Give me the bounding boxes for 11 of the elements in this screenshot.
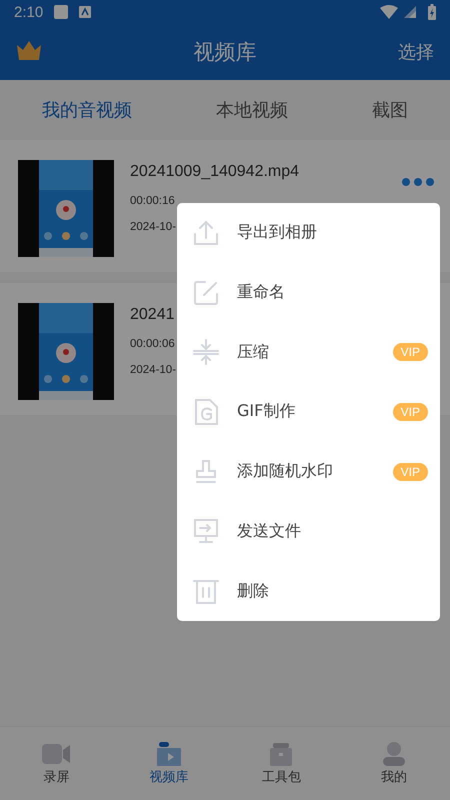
duration: 00:00:06 [130,338,175,350]
status-time: 2:10 [14,4,44,20]
vip-badge: VIP [392,462,428,481]
file-name: 20241 [130,306,174,324]
vip-badge: VIP [392,402,428,421]
date: 2024-10- [130,221,176,233]
file-name: 20241009_140942.mp4 [130,163,300,181]
date: 2024-10- [130,364,176,376]
duration: 00:00:16 [130,195,175,207]
page-title: 视频库 [194,39,256,66]
vip-badge: VIP [392,343,428,362]
